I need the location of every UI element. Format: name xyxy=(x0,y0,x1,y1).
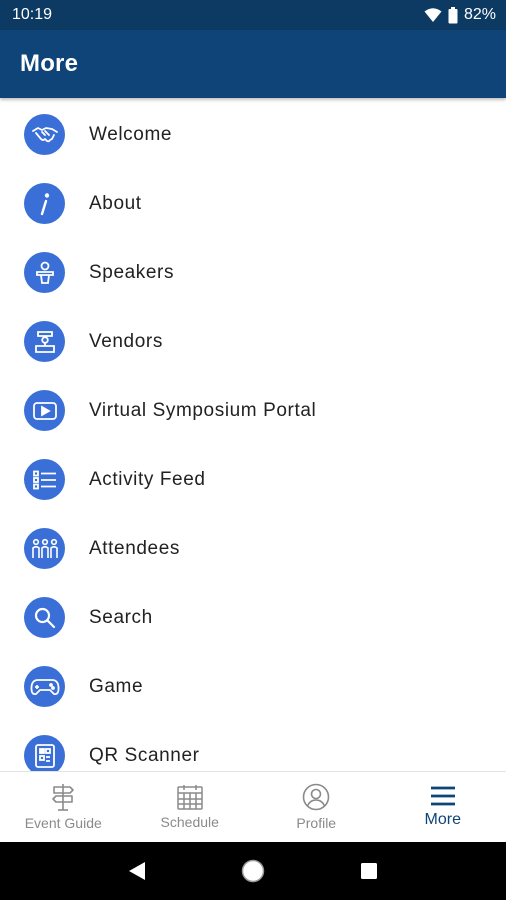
menu-item-activity-feed[interactable]: Activity Feed xyxy=(0,445,506,514)
menu-item-label: Speakers xyxy=(89,261,175,283)
menu-item-label: QR Scanner xyxy=(89,744,200,766)
calendar-icon xyxy=(177,784,203,810)
menu-item-attendees[interactable]: Attendees xyxy=(0,514,506,583)
tab-label: More xyxy=(424,811,461,828)
system-nav-bar xyxy=(0,842,506,900)
back-icon[interactable] xyxy=(128,861,146,881)
battery-icon xyxy=(448,6,458,24)
status-time: 10:19 xyxy=(12,6,53,23)
people-group-icon xyxy=(24,528,65,569)
bottom-nav: Event Guide Schedule Profile More xyxy=(0,771,506,842)
menu-item-label: Game xyxy=(89,675,144,697)
speaker-podium-icon xyxy=(24,252,65,293)
signpost-icon xyxy=(50,783,76,811)
tab-label: Profile xyxy=(296,815,337,831)
menu-item-label: About xyxy=(89,192,142,214)
menu-item-virtual-symposium-portal[interactable]: Virtual Symposium Portal xyxy=(0,376,506,445)
tab-profile[interactable]: Profile xyxy=(253,772,380,842)
menu-item-speakers[interactable]: Speakers xyxy=(0,238,506,307)
menu-item-label: Search xyxy=(89,606,153,628)
menu-item-label: Activity Feed xyxy=(89,468,206,490)
page-title: More xyxy=(20,50,79,77)
tab-label: Event Guide xyxy=(24,815,102,831)
status-bar: 10:19 82% xyxy=(0,0,506,30)
menu-item-label: Welcome xyxy=(89,123,173,145)
more-menu-list: Welcome About Speakers Vendors Virtual S… xyxy=(0,100,506,771)
hamburger-menu-icon xyxy=(430,785,456,807)
video-play-icon xyxy=(24,390,65,431)
menu-item-label: Virtual Symposium Portal xyxy=(89,399,317,421)
info-icon xyxy=(24,183,65,224)
menu-item-label: Vendors xyxy=(89,330,163,352)
menu-item-label: Attendees xyxy=(89,537,180,559)
menu-item-vendors[interactable]: Vendors xyxy=(0,307,506,376)
handshake-icon xyxy=(24,114,65,155)
gamepad-icon xyxy=(24,666,65,707)
profile-icon xyxy=(302,783,330,811)
recents-icon[interactable] xyxy=(360,862,378,880)
wifi-icon xyxy=(424,7,442,23)
qr-scanner-icon xyxy=(24,735,65,771)
home-icon[interactable] xyxy=(241,859,265,883)
battery-level: 82% xyxy=(463,6,496,23)
tab-more[interactable]: More xyxy=(380,772,506,842)
menu-item-search[interactable]: Search xyxy=(0,583,506,652)
tab-label: Schedule xyxy=(160,814,219,830)
search-icon xyxy=(24,597,65,638)
vendor-booth-icon xyxy=(24,321,65,362)
menu-item-game[interactable]: Game xyxy=(0,652,506,721)
tab-event-guide[interactable]: Event Guide xyxy=(0,772,127,842)
menu-item-about[interactable]: About xyxy=(0,169,506,238)
tab-schedule[interactable]: Schedule xyxy=(127,772,254,842)
menu-item-welcome[interactable]: Welcome xyxy=(0,100,506,169)
list-feed-icon xyxy=(24,459,65,500)
menu-item-qr-scanner[interactable]: QR Scanner xyxy=(0,721,506,771)
status-indicators: 82% xyxy=(424,6,496,24)
app-bar: More xyxy=(0,30,506,98)
